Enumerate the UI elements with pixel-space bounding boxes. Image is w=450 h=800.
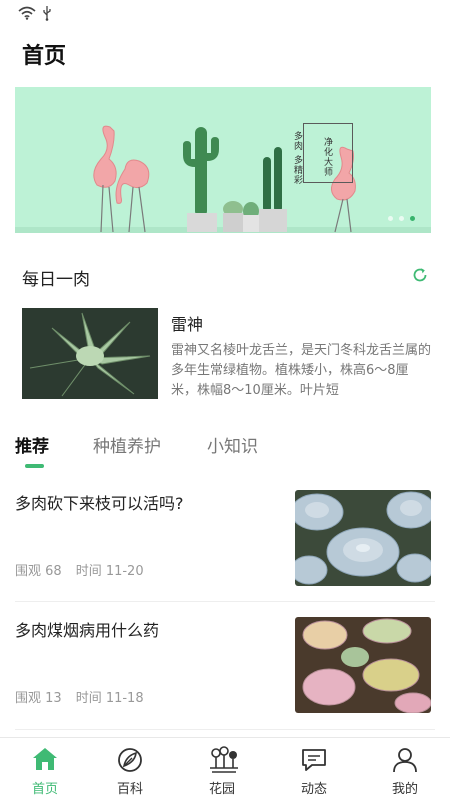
nav-label-garden: 花园 bbox=[208, 782, 235, 797]
article-title: 多肉煤烟病用什么药 bbox=[15, 621, 160, 640]
article-meta: 围观 13 时间 11-18 bbox=[15, 687, 144, 706]
article-time: 时间 11-20 bbox=[75, 564, 144, 579]
nav-item-garden[interactable]: 花园 bbox=[177, 738, 267, 800]
nav-label-home: 首页 bbox=[31, 782, 58, 797]
article-meta: 围观 68 时间 11-20 bbox=[15, 560, 144, 579]
tab-recommended[interactable]: 推荐 bbox=[15, 432, 49, 457]
article-thumbnail bbox=[295, 617, 431, 713]
carousel-dot bbox=[388, 216, 393, 221]
bottom-navigation: 首页 百科 花园 动态 我的 bbox=[0, 737, 450, 800]
article-item[interactable]: 多肉砍下来枝可以活吗? 围观 68 时间 11-20 bbox=[15, 490, 431, 610]
home-icon bbox=[33, 748, 57, 770]
refresh-icon[interactable] bbox=[412, 267, 428, 283]
carousel-indicator bbox=[388, 216, 415, 221]
article-item[interactable]: 多肉煤烟病用什么药 围观 13 时间 11-18 bbox=[15, 617, 431, 737]
banner-carousel[interactable]: 多肉 多精彩 净化大师 bbox=[15, 87, 431, 233]
divider bbox=[15, 729, 435, 730]
encyclopedia-icon bbox=[118, 748, 142, 772]
banner-slogan-2: 净化大师 bbox=[322, 137, 332, 177]
nav-item-profile[interactable]: 我的 bbox=[360, 738, 450, 800]
status-bar bbox=[0, 0, 450, 28]
carousel-dot-active bbox=[410, 216, 415, 221]
daily-section-title: 每日一肉 bbox=[22, 270, 90, 290]
tab-tips[interactable]: 小知识 bbox=[207, 432, 258, 457]
nav-label-encyclopedia: 百科 bbox=[116, 782, 143, 797]
article-title: 多肉砍下来枝可以活吗? bbox=[15, 494, 184, 513]
nav-item-home[interactable]: 首页 bbox=[0, 738, 90, 800]
banner-illustration bbox=[15, 125, 431, 233]
profile-icon bbox=[393, 748, 417, 773]
usb-icon bbox=[43, 6, 51, 21]
nav-label-feed: 动态 bbox=[300, 782, 327, 797]
article-thumbnail bbox=[295, 490, 431, 586]
article-views: 围观 68 bbox=[15, 564, 62, 579]
nav-item-feed[interactable]: 动态 bbox=[269, 738, 359, 800]
daily-plant-description: 雷神又名棱叶龙舌兰，是天门冬科龙舌兰属的多年生常绿植物。植株矮小，株高6～8厘米… bbox=[171, 343, 432, 398]
daily-plant-card[interactable]: 雷神 雷神又名棱叶龙舌兰，是天门冬科龙舌兰属的多年生常绿植物。植株矮小，株高6～… bbox=[22, 308, 432, 403]
wifi-icon bbox=[18, 6, 36, 20]
chat-icon bbox=[302, 749, 326, 771]
tab-planting-care[interactable]: 种植养护 bbox=[93, 432, 161, 457]
nav-label-profile: 我的 bbox=[391, 782, 418, 797]
divider bbox=[15, 601, 435, 602]
article-time: 时间 11-18 bbox=[75, 691, 144, 706]
carousel-dot bbox=[399, 216, 404, 221]
page-title: 首页 bbox=[22, 44, 67, 69]
article-views: 围观 13 bbox=[15, 691, 62, 706]
nav-item-encyclopedia[interactable]: 百科 bbox=[85, 738, 175, 800]
daily-plant-image bbox=[22, 308, 158, 399]
garden-icon bbox=[210, 746, 238, 773]
banner-slogan-1: 多肉 多精彩 bbox=[292, 131, 302, 185]
daily-plant-name: 雷神 bbox=[171, 315, 204, 334]
active-tab-indicator bbox=[25, 464, 44, 468]
